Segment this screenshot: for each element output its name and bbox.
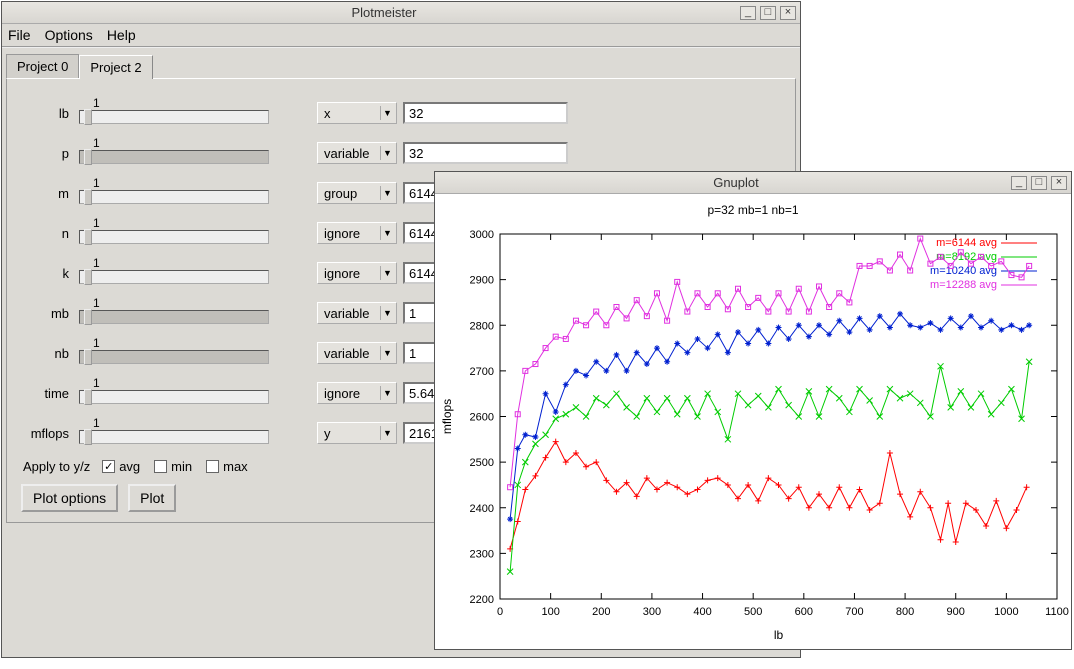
param-label: m bbox=[17, 186, 73, 201]
param-label: nb bbox=[17, 346, 73, 361]
param-label: mb bbox=[17, 306, 73, 321]
role-select-lb[interactable]: x▼ bbox=[317, 102, 397, 124]
menu-help[interactable]: Help bbox=[107, 27, 136, 43]
svg-text:2300: 2300 bbox=[470, 548, 494, 560]
param-row-p: p1 variable▼ 32 bbox=[17, 133, 785, 173]
param-label: p bbox=[17, 146, 73, 161]
menubar: File Options Help bbox=[2, 24, 800, 48]
svg-text:m=12288 avg: m=12288 avg bbox=[930, 279, 997, 291]
svg-text:1000: 1000 bbox=[994, 606, 1018, 618]
svg-text:mflops: mflops bbox=[440, 399, 454, 434]
role-select-mb[interactable]: variable▼ bbox=[317, 302, 397, 324]
svg-text:100: 100 bbox=[541, 606, 559, 618]
minimize-icon[interactable]: _ bbox=[740, 6, 756, 20]
tab-project-0[interactable]: Project 0 bbox=[6, 54, 79, 78]
chevron-down-icon: ▼ bbox=[380, 306, 394, 320]
checkbox-avg[interactable]: ✓avg bbox=[102, 459, 140, 474]
tabs: Project 0Project 2 bbox=[6, 54, 796, 78]
param-label: lb bbox=[17, 106, 73, 121]
svg-text:900: 900 bbox=[947, 606, 965, 618]
svg-text:3000: 3000 bbox=[470, 229, 494, 241]
slider-mflops[interactable]: 1 bbox=[79, 418, 269, 448]
plot-area: p=32 mb=1 nb=1 2200 2300 2400 2500 2600 2700 28… bbox=[435, 194, 1071, 649]
close-icon[interactable]: × bbox=[1051, 176, 1067, 190]
window-title: Gnuplot bbox=[461, 175, 1011, 190]
apply-label: Apply to y/z bbox=[23, 459, 90, 474]
svg-text:2600: 2600 bbox=[470, 412, 494, 424]
plot-button[interactable]: Plot bbox=[128, 484, 176, 512]
svg-text:600: 600 bbox=[795, 606, 813, 618]
close-icon[interactable]: × bbox=[780, 6, 796, 20]
slider-time[interactable]: 1 bbox=[79, 378, 269, 408]
slider-mb[interactable]: 1 bbox=[79, 298, 269, 328]
tab-project-2[interactable]: Project 2 bbox=[79, 55, 152, 79]
chevron-down-icon: ▼ bbox=[380, 426, 394, 440]
titlebar[interactable]: Plotmeister _ □ × bbox=[2, 2, 800, 24]
svg-text:800: 800 bbox=[896, 606, 914, 618]
param-row-lb: lb 1 x▼ 32 bbox=[17, 93, 785, 133]
svg-text:2400: 2400 bbox=[470, 503, 494, 515]
param-label: mflops bbox=[17, 426, 73, 441]
param-label: n bbox=[17, 226, 73, 241]
plot-options-button[interactable]: Plot options bbox=[21, 484, 118, 512]
svg-text:lb: lb bbox=[774, 628, 784, 642]
svg-text:2800: 2800 bbox=[470, 320, 494, 332]
value-input-p[interactable]: 32 bbox=[403, 142, 568, 164]
svg-text:p=32 mb=1 nb=1: p=32 mb=1 nb=1 bbox=[707, 203, 798, 217]
menu-options[interactable]: Options bbox=[45, 27, 93, 43]
svg-text:m=6144 avg: m=6144 avg bbox=[936, 237, 997, 249]
slider-k[interactable]: 1 bbox=[79, 258, 269, 288]
slider-p[interactable]: 1 bbox=[79, 138, 269, 168]
svg-text:200: 200 bbox=[592, 606, 610, 618]
maximize-icon[interactable]: □ bbox=[760, 6, 776, 20]
param-label: time bbox=[17, 386, 73, 401]
chevron-down-icon: ▼ bbox=[380, 186, 394, 200]
slider-n[interactable]: 1 bbox=[79, 218, 269, 248]
checkbox-icon bbox=[154, 460, 167, 473]
checkbox-icon: ✓ bbox=[102, 460, 115, 473]
svg-text:700: 700 bbox=[845, 606, 863, 618]
svg-text:2200: 2200 bbox=[470, 594, 494, 606]
role-select-k[interactable]: ignore▼ bbox=[317, 262, 397, 284]
value-input-lb[interactable]: 32 bbox=[403, 102, 568, 124]
chevron-down-icon: ▼ bbox=[380, 346, 394, 360]
gnuplot-window: Gnuplot _ □ × p=32 mb=1 nb=1 2200 2300 2400… bbox=[434, 171, 1072, 650]
checkbox-min[interactable]: min bbox=[154, 459, 192, 474]
role-select-m[interactable]: group▼ bbox=[317, 182, 397, 204]
slider-nb[interactable]: 1 bbox=[79, 338, 269, 368]
svg-text:500: 500 bbox=[744, 606, 762, 618]
slider-m[interactable]: 1 bbox=[79, 178, 269, 208]
chevron-down-icon: ▼ bbox=[380, 386, 394, 400]
role-select-nb[interactable]: variable▼ bbox=[317, 342, 397, 364]
chevron-down-icon: ▼ bbox=[380, 226, 394, 240]
svg-text:2900: 2900 bbox=[470, 275, 494, 287]
svg-text:2700: 2700 bbox=[470, 366, 494, 378]
titlebar[interactable]: Gnuplot _ □ × bbox=[435, 172, 1071, 194]
slider-lb[interactable]: 1 bbox=[79, 98, 269, 128]
chevron-down-icon: ▼ bbox=[380, 146, 394, 160]
window-title: Plotmeister bbox=[28, 5, 740, 20]
role-select-n[interactable]: ignore▼ bbox=[317, 222, 397, 244]
svg-text:m=10240 avg: m=10240 avg bbox=[930, 265, 997, 277]
role-select-p[interactable]: variable▼ bbox=[317, 142, 397, 164]
svg-text:0: 0 bbox=[497, 606, 503, 618]
svg-text:300: 300 bbox=[643, 606, 661, 618]
svg-text:400: 400 bbox=[693, 606, 711, 618]
param-label: k bbox=[17, 266, 73, 281]
minimize-icon[interactable]: _ bbox=[1011, 176, 1027, 190]
maximize-icon[interactable]: □ bbox=[1031, 176, 1047, 190]
checkbox-max[interactable]: max bbox=[206, 459, 248, 474]
role-select-mflops[interactable]: y▼ bbox=[317, 422, 397, 444]
role-select-time[interactable]: ignore▼ bbox=[317, 382, 397, 404]
svg-text:2500: 2500 bbox=[470, 457, 494, 469]
chevron-down-icon: ▼ bbox=[380, 266, 394, 280]
menu-file[interactable]: File bbox=[8, 27, 31, 43]
checkbox-icon bbox=[206, 460, 219, 473]
svg-text:1100: 1100 bbox=[1045, 606, 1069, 618]
chevron-down-icon: ▼ bbox=[380, 106, 394, 120]
